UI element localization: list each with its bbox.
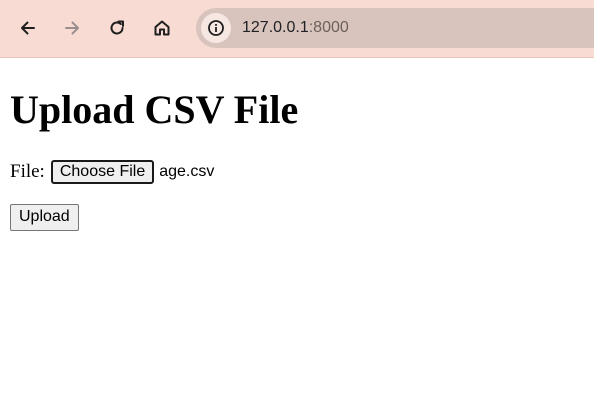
forward-arrow-icon: [65, 21, 79, 35]
file-input: File: Choose File age.csv: [10, 160, 214, 184]
url-port: :8000: [308, 19, 349, 36]
back-arrow-icon: [21, 21, 35, 35]
back-button[interactable]: [12, 12, 44, 44]
reload-icon: [110, 20, 124, 35]
home-button[interactable]: [146, 12, 178, 44]
info-icon: [208, 20, 224, 36]
url-text[interactable]: 127.0.0.1:8000: [242, 18, 349, 38]
browser-toolbar: 127.0.0.1:8000: [0, 0, 594, 58]
choose-file-button[interactable]: Choose File: [50, 160, 155, 184]
reload-button[interactable]: [101, 12, 133, 44]
site-info-button[interactable]: [201, 13, 231, 43]
selected-file-name: age.csv: [159, 163, 215, 180]
address-bar[interactable]: 127.0.0.1:8000: [196, 8, 594, 48]
url-host: 127.0.0.1: [242, 19, 309, 36]
upload-button[interactable]: Upload: [10, 204, 79, 231]
page-title: Upload CSV File: [10, 87, 299, 132]
file-label: File:: [10, 161, 45, 182]
forward-button[interactable]: [56, 12, 88, 44]
home-icon: [154, 20, 170, 36]
